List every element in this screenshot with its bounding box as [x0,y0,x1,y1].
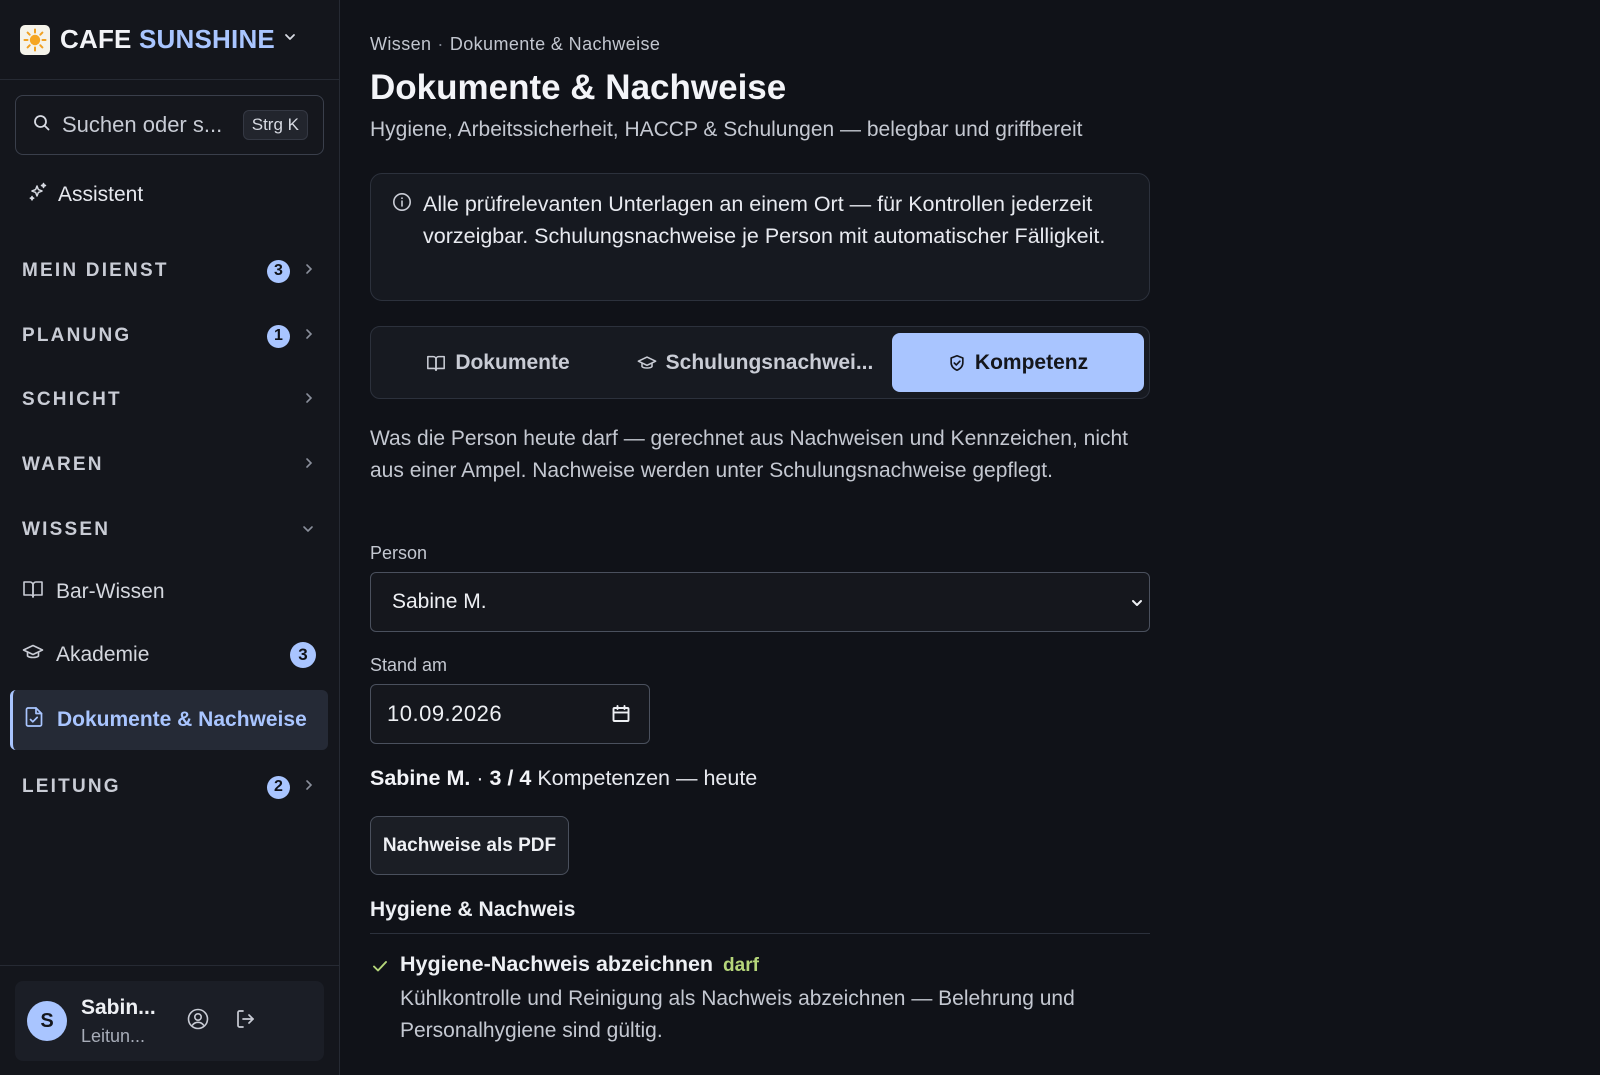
tab-dokumente[interactable]: Dokumente [383,333,613,392]
sidebar-item-akademie[interactable]: Akademie 3 [22,635,316,675]
nav-section-label: PLANUNG [22,325,132,346]
competence-description: Was die Person heute darf — gerechnet au… [370,427,1129,482]
breadcrumb-item-current: Dokumente & Nachweise [449,34,661,54]
chevron-right-icon [304,262,314,280]
count-badge: 1 [267,324,290,348]
nav-section-label: WAREN [22,454,104,475]
tab-bar: Dokumente Schulungsnachwei... Kompetenz [370,326,1150,399]
nav-section-label: WISSEN [22,519,111,540]
page-title: Dokumente & Nachweise [370,68,787,107]
logout-icon[interactable] [234,1007,258,1036]
sidebar: CAFE SUNSHINE Suchen oder s... Strg K As… [0,0,340,1075]
competence-status: darf [723,955,759,976]
divider [0,965,339,966]
count-badge: 3 [290,642,316,668]
nav-section-label: SCHICHT [22,389,122,410]
nav-section-wissen[interactable]: WISSEN [22,515,314,545]
user-role: Leitun... [81,1025,146,1046]
calendar-icon[interactable] [611,704,631,724]
nav-section-label: LEITUNG [22,776,121,797]
sidebar-item-bar-wissen[interactable]: Bar-Wissen [22,572,316,612]
file-check-icon [23,706,45,734]
search-icon [32,113,52,138]
info-text: Alle prüfrelevanten Unterlagen an einem … [423,192,1106,248]
sidebar-item-dokumente-nachweise[interactable]: Dokumente & Nachweise [10,690,328,750]
assistant-link[interactable]: Assistent [28,178,143,212]
chevron-right-icon [304,456,314,474]
summary-separator: · [476,766,484,790]
section-heading: Hygiene & Nachweis [370,898,576,921]
nav-section-label: MEIN DIENST [22,260,169,281]
competence-name: Hygiene-Nachweis abzeichnen [400,952,714,976]
info-callout: Alle prüfrelevanten Unterlagen an einem … [370,173,1150,301]
sidebar-item-label: Bar-Wissen [56,580,165,603]
count-badge: 3 [267,259,290,283]
user-name: Sabin... [81,995,156,1019]
tab-label: Dokumente [455,350,570,374]
person-select[interactable]: Sabine M. [370,572,1150,632]
info-icon [393,193,411,211]
breadcrumb-separator: · [437,34,444,54]
tab-schulungsnachweise[interactable]: Schulungsnachwei... [626,333,884,392]
check-icon [373,961,387,972]
summary-person: Sabine M. [370,766,471,790]
chevron-down-icon [1132,600,1142,606]
chevron-down-icon [283,30,297,49]
summary-count: 3 / 4 [489,766,532,790]
chevron-right-icon [304,391,314,409]
avatar: S [27,1001,67,1041]
nav-section-leitung[interactable]: LEITUNG 2 [22,772,314,802]
search-placeholder: Suchen oder s... [62,112,223,137]
competence-summary: Sabine M. · 3 / 4 Kompetenzen — heute [370,766,757,791]
nav-section-waren[interactable]: WAREN [22,450,314,480]
shield-check-icon [950,354,964,371]
search-shortcut: Strg K [242,110,308,140]
person-select-value: Sabine M. [392,590,487,613]
chevron-down-icon [302,521,314,539]
competence-title: Hygiene-Nachweis abzeichnen darf [400,952,759,977]
breadcrumb: Wissen · Dokumente & Nachweise [370,34,660,55]
brand-switcher[interactable]: CAFE SUNSHINE [0,0,339,80]
brand-name: CAFE SUNSHINE [60,24,275,54]
date-value: 10.09.2026 [387,701,503,726]
tab-label: Kompetenz [974,350,1089,374]
competence-detail: Kühlkontrolle und Reinigung als Nachweis… [400,987,1075,1042]
export-pdf-button[interactable]: Nachweise als PDF [370,816,569,875]
page-subtitle: Hygiene, Arbeitssicherheit, HACCP & Schu… [370,118,1083,141]
date-label: Stand am [370,655,448,675]
assistant-label: Assistent [58,183,144,206]
summary-text: Kompetenzen — heute [537,766,758,790]
sidebar-item-label: Dokumente & Nachweise [57,708,307,731]
date-input[interactable]: 10.09.2026 [370,684,650,744]
sidebar-item-label: Akademie [56,643,150,666]
tab-label: Schulungsnachwei... [665,350,874,374]
breadcrumb-item-wissen[interactable]: Wissen [370,34,431,54]
book-open-icon [22,578,44,606]
chevron-right-icon [304,327,314,345]
sparkles-icon [28,182,58,208]
user-info: Sabin... Leitun... [81,996,176,1047]
graduation-cap-icon [22,641,44,669]
person-label: Person [370,543,428,563]
search-input[interactable]: Suchen oder s... Strg K [15,95,324,155]
sun-logo-icon [20,24,50,55]
graduation-cap-icon [637,355,657,369]
user-card: S Sabin... Leitun... [15,981,324,1061]
count-badge: 2 [267,775,290,799]
user-profile-icon[interactable] [186,1007,210,1036]
chevron-right-icon [304,778,314,796]
nav-section-schicht[interactable]: SCHICHT [22,385,314,415]
book-open-icon [427,355,446,371]
tab-kompetenz[interactable]: Kompetenz [892,333,1144,392]
nav-section-planung[interactable]: PLANUNG 1 [22,321,314,351]
divider [370,933,1150,934]
nav-section-mein-dienst[interactable]: MEIN DIENST 3 [22,256,314,286]
